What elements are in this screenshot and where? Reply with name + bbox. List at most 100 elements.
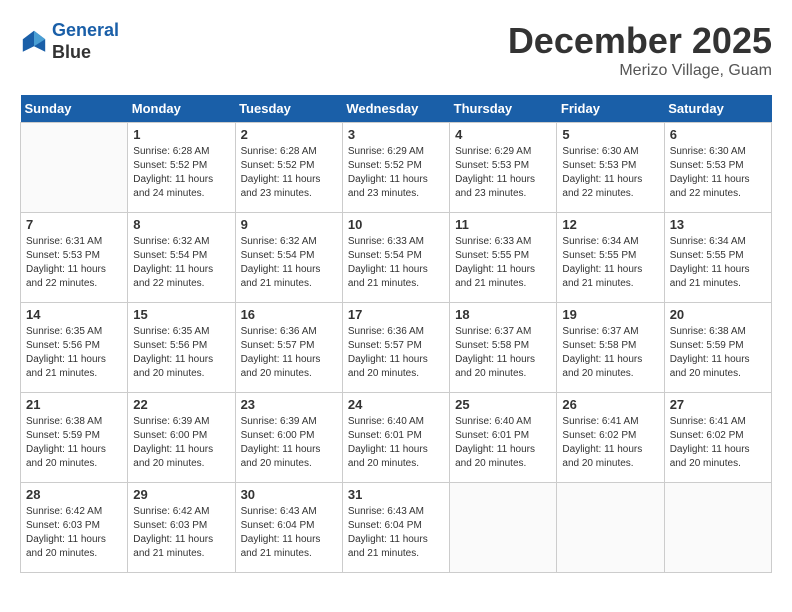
day-number: 3 bbox=[348, 127, 444, 142]
day-info: Sunrise: 6:40 AM Sunset: 6:01 PM Dayligh… bbox=[455, 415, 551, 471]
day-info: Sunrise: 6:30 AM Sunset: 5:53 PM Dayligh… bbox=[670, 145, 766, 201]
day-number: 28 bbox=[26, 487, 122, 502]
calendar-cell bbox=[664, 483, 771, 573]
day-number: 14 bbox=[26, 307, 122, 322]
day-number: 23 bbox=[241, 397, 337, 412]
day-number: 12 bbox=[562, 217, 658, 232]
calendar-cell: 30Sunrise: 6:43 AM Sunset: 6:04 PM Dayli… bbox=[235, 483, 342, 573]
day-number: 29 bbox=[133, 487, 229, 502]
day-number: 25 bbox=[455, 397, 551, 412]
day-info: Sunrise: 6:36 AM Sunset: 5:57 PM Dayligh… bbox=[241, 325, 337, 381]
day-info: Sunrise: 6:41 AM Sunset: 6:02 PM Dayligh… bbox=[670, 415, 766, 471]
calendar-cell: 10 Sunrise: 6:33 AM Sunset: 5:54 PM Dayli… bbox=[342, 213, 449, 303]
day-number: 9 bbox=[241, 217, 337, 232]
calendar-week-4: 21Sunrise: 6:38 AM Sunset: 5:59 PM Dayli… bbox=[21, 393, 772, 483]
calendar-cell: 9 Sunrise: 6:32 AM Sunset: 5:54 PM Daylig… bbox=[235, 213, 342, 303]
day-number: 2 bbox=[241, 127, 337, 142]
day-number: 19 bbox=[562, 307, 658, 322]
day-number: 24 bbox=[348, 397, 444, 412]
calendar-cell: 29 Sunrise: 6:42 AM Sunset: 6:03 PM Dayli… bbox=[128, 483, 235, 573]
calendar-cell bbox=[557, 483, 664, 573]
calendar-cell: 18 Sunrise: 6:37 AM Sunset: 5:58 PM Dayli… bbox=[450, 303, 557, 393]
calendar-header-row: SundayMondayTuesdayWednesdayThursdayFrid… bbox=[21, 95, 772, 123]
calendar-week-3: 14 Sunrise: 6:35 AM Sunset: 5:56 PM Dayli… bbox=[21, 303, 772, 393]
day-info: Sunrise: 6:31 AM Sunset: 5:53 PM Dayligh… bbox=[26, 235, 122, 291]
calendar-cell: 23Sunrise: 6:39 AM Sunset: 6:00 PM Dayli… bbox=[235, 393, 342, 483]
calendar-header-friday: Friday bbox=[557, 95, 664, 123]
calendar-cell bbox=[450, 483, 557, 573]
day-info: Sunrise: 6:43 AM Sunset: 6:04 PM Dayligh… bbox=[348, 505, 444, 561]
calendar-cell: 12 Sunrise: 6:34 AM Sunset: 5:55 PM Dayli… bbox=[557, 213, 664, 303]
calendar-cell: 20Sunrise: 6:38 AM Sunset: 5:59 PM Dayli… bbox=[664, 303, 771, 393]
logo-line1: General bbox=[52, 20, 119, 40]
calendar-cell: 24 Sunrise: 6:40 AM Sunset: 6:01 PM Dayli… bbox=[342, 393, 449, 483]
location: Merizo Village, Guam bbox=[508, 62, 772, 80]
day-info: Sunrise: 6:28 AM Sunset: 5:52 PM Dayligh… bbox=[133, 145, 229, 201]
day-info: Sunrise: 6:29 AM Sunset: 5:53 PM Dayligh… bbox=[455, 145, 551, 201]
calendar-cell: 14 Sunrise: 6:35 AM Sunset: 5:56 PM Dayli… bbox=[21, 303, 128, 393]
day-number: 18 bbox=[455, 307, 551, 322]
calendar-week-5: 28 Sunrise: 6:42 AM Sunset: 6:03 PM Dayli… bbox=[21, 483, 772, 573]
day-info: Sunrise: 6:36 AM Sunset: 5:57 PM Dayligh… bbox=[348, 325, 444, 381]
day-info: Sunrise: 6:32 AM Sunset: 5:54 PM Dayligh… bbox=[241, 235, 337, 291]
day-info: Sunrise: 6:35 AM Sunset: 5:56 PM Dayligh… bbox=[133, 325, 229, 381]
calendar-cell: 21Sunrise: 6:38 AM Sunset: 5:59 PM Dayli… bbox=[21, 393, 128, 483]
day-number: 13 bbox=[670, 217, 766, 232]
day-info: Sunrise: 6:35 AM Sunset: 5:56 PM Dayligh… bbox=[26, 325, 122, 381]
day-info: Sunrise: 6:42 AM Sunset: 6:03 PM Dayligh… bbox=[26, 505, 122, 561]
calendar-cell: 19Sunrise: 6:37 AM Sunset: 5:58 PM Dayli… bbox=[557, 303, 664, 393]
calendar-cell: 28 Sunrise: 6:42 AM Sunset: 6:03 PM Dayli… bbox=[21, 483, 128, 573]
day-info: Sunrise: 6:33 AM Sunset: 5:55 PM Dayligh… bbox=[455, 235, 551, 291]
day-number: 31 bbox=[348, 487, 444, 502]
day-info: Sunrise: 6:33 AM Sunset: 5:54 PM Dayligh… bbox=[348, 235, 444, 291]
calendar-cell bbox=[21, 123, 128, 213]
day-number: 7 bbox=[26, 217, 122, 232]
calendar-header-monday: Monday bbox=[128, 95, 235, 123]
day-info: Sunrise: 6:40 AM Sunset: 6:01 PM Dayligh… bbox=[348, 415, 444, 471]
day-number: 27 bbox=[670, 397, 766, 412]
day-info: Sunrise: 6:29 AM Sunset: 5:52 PM Dayligh… bbox=[348, 145, 444, 201]
day-info: Sunrise: 6:38 AM Sunset: 5:59 PM Dayligh… bbox=[26, 415, 122, 471]
day-number: 11 bbox=[455, 217, 551, 232]
calendar-cell: 5Sunrise: 6:30 AM Sunset: 5:53 PM Daylig… bbox=[557, 123, 664, 213]
calendar-cell: 16Sunrise: 6:36 AM Sunset: 5:57 PM Dayli… bbox=[235, 303, 342, 393]
day-info: Sunrise: 6:39 AM Sunset: 6:00 PM Dayligh… bbox=[133, 415, 229, 471]
month-title: December 2025 bbox=[508, 20, 772, 62]
calendar-cell: 22 Sunrise: 6:39 AM Sunset: 6:00 PM Dayli… bbox=[128, 393, 235, 483]
calendar-header-saturday: Saturday bbox=[664, 95, 771, 123]
day-info: Sunrise: 6:42 AM Sunset: 6:03 PM Dayligh… bbox=[133, 505, 229, 561]
day-number: 8 bbox=[133, 217, 229, 232]
calendar-cell: 1 Sunrise: 6:28 AM Sunset: 5:52 PM Daylig… bbox=[128, 123, 235, 213]
day-info: Sunrise: 6:28 AM Sunset: 5:52 PM Dayligh… bbox=[241, 145, 337, 201]
calendar-header-thursday: Thursday bbox=[450, 95, 557, 123]
day-info: Sunrise: 6:43 AM Sunset: 6:04 PM Dayligh… bbox=[241, 505, 337, 561]
calendar-cell: 3 Sunrise: 6:29 AM Sunset: 5:52 PM Daylig… bbox=[342, 123, 449, 213]
day-info: Sunrise: 6:34 AM Sunset: 5:55 PM Dayligh… bbox=[670, 235, 766, 291]
day-number: 15 bbox=[133, 307, 229, 322]
day-info: Sunrise: 6:41 AM Sunset: 6:02 PM Dayligh… bbox=[562, 415, 658, 471]
calendar-header-sunday: Sunday bbox=[21, 95, 128, 123]
day-number: 17 bbox=[348, 307, 444, 322]
day-number: 4 bbox=[455, 127, 551, 142]
day-number: 22 bbox=[133, 397, 229, 412]
logo-line2: Blue bbox=[52, 42, 119, 64]
calendar-header-tuesday: Tuesday bbox=[235, 95, 342, 123]
day-info: Sunrise: 6:37 AM Sunset: 5:58 PM Dayligh… bbox=[455, 325, 551, 381]
day-number: 1 bbox=[133, 127, 229, 142]
calendar-table: SundayMondayTuesdayWednesdayThursdayFrid… bbox=[20, 95, 772, 573]
calendar-cell: 27 Sunrise: 6:41 AM Sunset: 6:02 PM Dayli… bbox=[664, 393, 771, 483]
day-info: Sunrise: 6:30 AM Sunset: 5:53 PM Dayligh… bbox=[562, 145, 658, 201]
calendar-header-wednesday: Wednesday bbox=[342, 95, 449, 123]
calendar-week-1: 1 Sunrise: 6:28 AM Sunset: 5:52 PM Daylig… bbox=[21, 123, 772, 213]
day-number: 26 bbox=[562, 397, 658, 412]
calendar-cell: 31 Sunrise: 6:43 AM Sunset: 6:04 PM Dayli… bbox=[342, 483, 449, 573]
calendar-cell: 25 Sunrise: 6:40 AM Sunset: 6:01 PM Dayli… bbox=[450, 393, 557, 483]
logo-text: General Blue bbox=[52, 20, 119, 63]
calendar-cell: 26 Sunrise: 6:41 AM Sunset: 6:02 PM Dayli… bbox=[557, 393, 664, 483]
calendar-cell: 17 Sunrise: 6:36 AM Sunset: 5:57 PM Dayli… bbox=[342, 303, 449, 393]
day-number: 6 bbox=[670, 127, 766, 142]
day-info: Sunrise: 6:34 AM Sunset: 5:55 PM Dayligh… bbox=[562, 235, 658, 291]
day-number: 10 bbox=[348, 217, 444, 232]
calendar-cell: 15 Sunrise: 6:35 AM Sunset: 5:56 PM Dayli… bbox=[128, 303, 235, 393]
day-number: 20 bbox=[670, 307, 766, 322]
